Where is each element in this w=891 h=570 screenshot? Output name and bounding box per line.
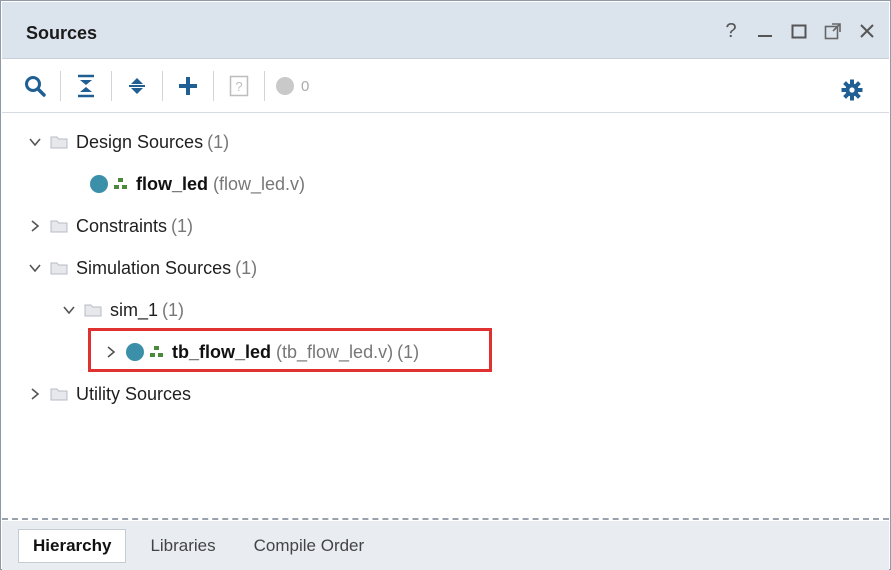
window-controls: ? <box>721 20 877 42</box>
chevron-right-icon[interactable] <box>26 385 44 403</box>
toolbar-separator <box>60 71 61 101</box>
tree-node-design-sources[interactable]: Design Sources (1) <box>26 123 229 161</box>
toolbar-separator <box>264 71 265 101</box>
close-icon[interactable] <box>857 20 877 42</box>
tree-node-utility-sources[interactable]: Utility Sources <box>26 375 191 413</box>
tree-node-label: Utility Sources <box>76 383 192 404</box>
tree-node-count: (1) <box>171 215 194 236</box>
float-icon[interactable] <box>823 20 843 42</box>
add-icon[interactable] <box>173 69 203 103</box>
sources-panel: Sources ? ? 0 Design Sources (1) flow_le… <box>0 0 891 570</box>
gear-icon[interactable] <box>837 73 867 107</box>
folder-icon <box>84 303 102 317</box>
status-count: 0 <box>301 77 310 95</box>
svg-text:?: ? <box>235 79 242 94</box>
collapse-all-icon[interactable] <box>71 69 101 103</box>
unknown-status-icon[interactable]: ? <box>224 69 254 103</box>
help-icon[interactable]: ? <box>721 20 741 42</box>
title-bar: Sources ? <box>2 2 889 59</box>
maximize-icon[interactable] <box>789 20 809 42</box>
divider <box>2 518 889 520</box>
tab-hierarchy[interactable]: Hierarchy <box>18 528 127 563</box>
tree-node-label: Design Sources <box>76 131 204 152</box>
panel-title: Sources <box>26 23 98 43</box>
status-dot-icon <box>276 77 294 95</box>
search-icon[interactable] <box>20 69 50 103</box>
chevron-down-icon[interactable] <box>26 133 44 151</box>
sources-tree: Design Sources (1) flow_led (flow_led.v)… <box>2 114 889 514</box>
module-name: flow_led <box>136 173 209 194</box>
expand-all-icon[interactable] <box>122 69 152 103</box>
tab-compile-order[interactable]: Compile Order <box>240 530 379 562</box>
toolbar-separator <box>162 71 163 101</box>
highlight-box <box>88 328 492 372</box>
bottom-tabs: Hierarchy Libraries Compile Order <box>2 521 889 570</box>
tree-node-flow-led[interactable]: flow_led (flow_led.v) <box>90 165 305 203</box>
tree-node-label: Constraints <box>76 215 168 236</box>
folder-icon <box>50 261 68 275</box>
tree-node-label: Simulation Sources <box>76 257 232 278</box>
toolbar-separator <box>111 71 112 101</box>
chevron-down-icon[interactable] <box>26 259 44 277</box>
status-filter[interactable]: 0 <box>275 69 309 103</box>
tree-node-sim-1[interactable]: sim_1 (1) <box>60 291 184 329</box>
folder-icon <box>50 387 68 401</box>
tree-node-simulation-sources[interactable]: Simulation Sources (1) <box>26 249 257 287</box>
toolbar-separator <box>213 71 214 101</box>
chevron-right-icon[interactable] <box>26 217 44 235</box>
chevron-down-icon[interactable] <box>60 301 78 319</box>
sources-toolbar: ? 0 <box>2 60 889 113</box>
help-label: ? <box>725 19 737 42</box>
tree-node-count: (1) <box>162 299 185 320</box>
tree-node-count: (1) <box>207 131 230 152</box>
tab-libraries[interactable]: Libraries <box>136 530 229 562</box>
tree-node-count: (1) <box>235 257 258 278</box>
folder-icon <box>50 135 68 149</box>
tree-node-constraints[interactable]: Constraints (1) <box>26 207 193 245</box>
module-file: (flow_led.v) <box>213 173 306 194</box>
module-dot-icon <box>90 175 108 193</box>
minimize-icon[interactable] <box>755 20 775 42</box>
hierarchy-icon <box>114 178 128 190</box>
tree-node-label: sim_1 <box>110 299 159 320</box>
folder-icon <box>50 219 68 233</box>
